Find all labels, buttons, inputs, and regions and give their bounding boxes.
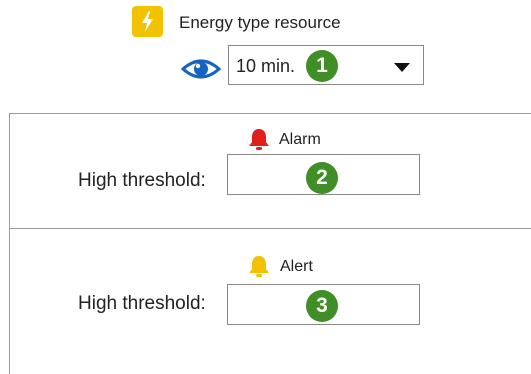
refresh-period-value: 10 min. [236, 56, 296, 76]
alert-bell-icon [248, 254, 270, 283]
alarm-bell-icon [248, 127, 270, 156]
chevron-down-icon[interactable] [394, 63, 410, 72]
alarm-label: Alarm [279, 131, 321, 148]
resource-title: Energy type resource [179, 13, 341, 32]
step-badge-1: 1 [306, 50, 338, 82]
alert-label: Alert [280, 258, 313, 275]
eye-icon [180, 57, 222, 86]
alarm-high-threshold-label: High threshold: [78, 170, 206, 191]
lightning-icon [132, 6, 163, 37]
step-badge-3: 3 [306, 290, 338, 322]
threshold-panel [9, 113, 531, 374]
step-badge-2: 2 [306, 162, 338, 194]
section-divider [9, 228, 531, 229]
alert-high-threshold-label: High threshold: [78, 293, 206, 314]
